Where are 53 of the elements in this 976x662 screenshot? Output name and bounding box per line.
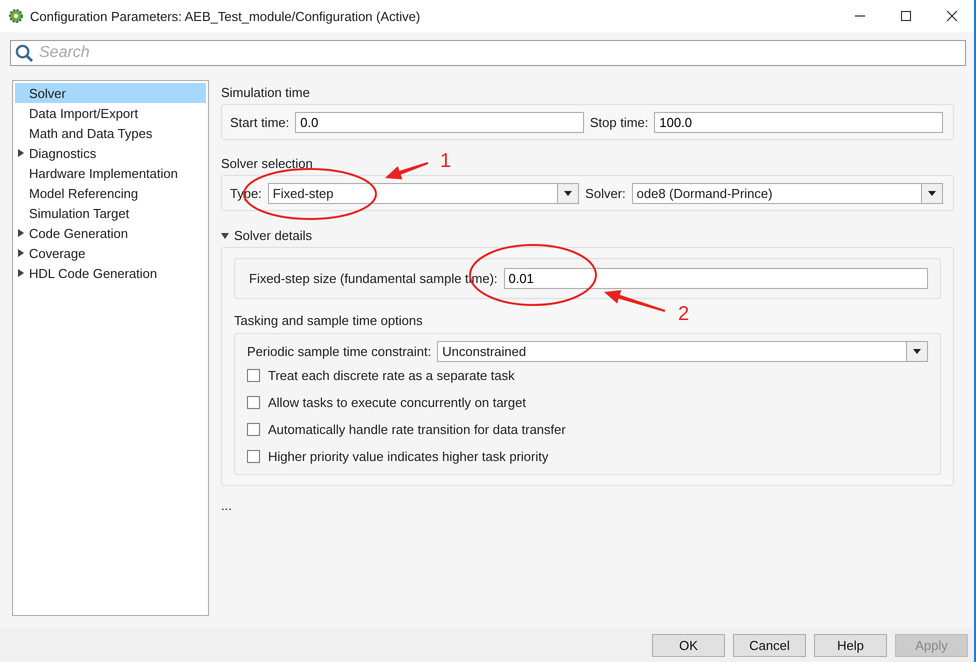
expand-arrow-icon[interactable] — [18, 269, 24, 277]
dialog-button[interactable]: Help — [814, 634, 887, 656]
solver-dropdown[interactable]: ode8 (Dormand-Prince) — [632, 182, 944, 204]
type-dropdown[interactable]: Fixed-step — [268, 182, 580, 204]
section-toggle[interactable]: Solver details — [221, 227, 312, 245]
tree-item[interactable]: Code Generation — [15, 223, 206, 243]
expand-arrow-icon[interactable] — [18, 229, 24, 237]
checkbox[interactable] — [247, 396, 260, 409]
caret-icon — [928, 190, 936, 196]
tree-item[interactable]: Data Import/Export — [15, 103, 206, 123]
dialog-button[interactable]: OK — [652, 634, 725, 656]
annotation-arrow — [604, 290, 666, 312]
field-label: Start time: — [230, 114, 290, 130]
tree-item[interactable]: Diagnostics — [15, 143, 206, 163]
collapse-arrow-icon — [221, 233, 229, 239]
start-time-field[interactable]: 0.0 — [295, 112, 584, 132]
checkbox[interactable] — [247, 450, 260, 463]
step-size-field[interactable]: 0.01 — [504, 268, 928, 289]
checkbox[interactable] — [247, 369, 260, 382]
annotation-arrow — [385, 162, 428, 180]
more-text: ... — [221, 498, 232, 513]
annotation-number: 2 — [678, 303, 690, 325]
tree-item[interactable]: Math and Data Types — [15, 123, 206, 143]
stop-time-field[interactable]: 100.0 — [654, 112, 943, 132]
expand-arrow-icon[interactable] — [18, 149, 24, 157]
field-label: Periodic sample time constraint: — [247, 344, 432, 359]
search-field[interactable]: Search — [10, 40, 966, 66]
checkbox-label: Allow tasks to execute concurrently on target — [268, 395, 526, 410]
maximize-icon[interactable] — [900, 10, 912, 22]
section-title: Simulation time — [221, 84, 310, 102]
checkbox-label: Treat each discrete rate as a separate task — [268, 368, 515, 383]
checkbox[interactable] — [247, 423, 260, 436]
close-icon[interactable] — [946, 10, 958, 22]
tree-item[interactable]: Coverage — [15, 243, 206, 263]
search-icon — [15, 44, 34, 63]
checkbox-label: Automatically handle rate transition for data transfer — [268, 422, 566, 437]
caret-icon — [913, 349, 921, 354]
dialog-button[interactable]: Cancel — [733, 634, 806, 656]
tree-item[interactable]: Model Referencing — [15, 183, 206, 203]
gear-icon — [8, 8, 24, 24]
tree-item[interactable]: Hardware Implementation — [15, 163, 206, 183]
section-title: Solver selection — [221, 155, 313, 173]
caret-icon — [564, 190, 572, 196]
field-label: Solver: — [585, 186, 626, 200]
annotation-number: 1 — [440, 150, 452, 172]
checkbox-label: Higher priority value indicates higher task priority — [268, 449, 548, 464]
window-title: Configuration Parameters: AEB_Test_module/Configuration (Active) — [30, 8, 422, 24]
tree-item[interactable]: HDL Code Generation — [15, 263, 206, 283]
field-label: Stop time: — [590, 114, 648, 130]
tree-item[interactable]: Solver — [15, 83, 206, 103]
expand-arrow-icon[interactable] — [18, 249, 24, 257]
tree-item[interactable]: Simulation Target — [15, 203, 206, 223]
constraint-dropdown[interactable]: Unconstrained — [437, 341, 928, 362]
